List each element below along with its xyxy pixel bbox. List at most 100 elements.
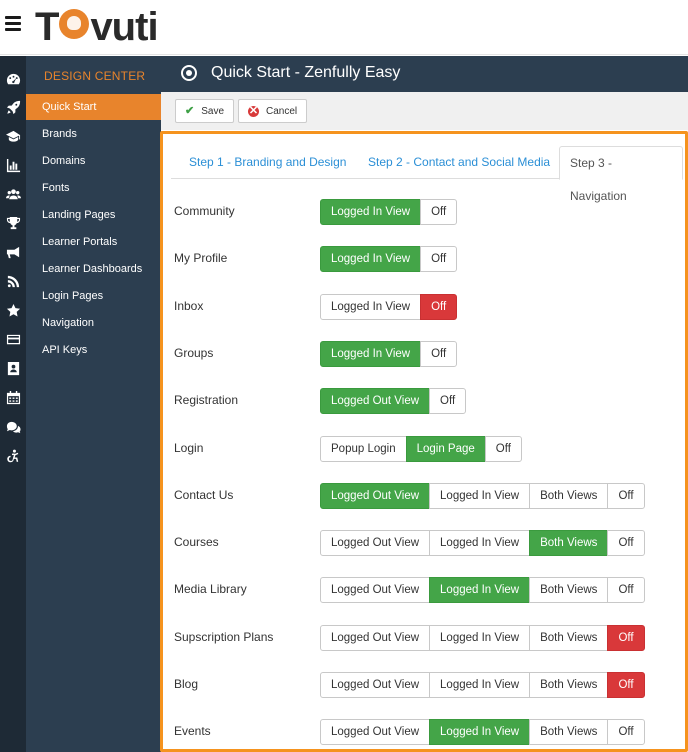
setting-label-media-library: Media Library: [174, 582, 247, 597]
option-off-button[interactable]: Off: [429, 388, 467, 415]
visibility-toggle-group: Logged In View Off: [320, 246, 458, 273]
option-off-button[interactable]: Off: [607, 530, 645, 557]
option-logged-out-view-button[interactable]: Logged Out View: [320, 577, 431, 604]
option-logged-in-view-button[interactable]: Logged In View: [320, 293, 422, 320]
visibility-toggle-group: Logged Out View Logged In View Both Views O…: [320, 624, 645, 651]
setting-label-inbox: Inbox: [174, 298, 204, 313]
trophy-icon[interactable]: [0, 210, 26, 236]
option-off-button[interactable]: Off: [484, 435, 522, 462]
contact-card-icon[interactable]: [0, 355, 26, 381]
option-off-button[interactable]: Off: [420, 246, 458, 273]
option-logged-out-view-button[interactable]: Logged Out View: [320, 719, 431, 746]
check-icon: ✔: [185, 104, 195, 117]
visibility-toggle-group: Logged Out View Logged In View Both Views O…: [320, 482, 645, 509]
setting-label-contact-us: Contact Us: [174, 487, 234, 502]
visibility-toggle-group: Logged Out View Off: [320, 388, 467, 415]
option-off-button[interactable]: Off: [607, 624, 645, 651]
tab-step-1[interactable]: Step 1 - Branding and Design: [179, 146, 356, 179]
option-login-page-button[interactable]: Login Page: [405, 435, 486, 462]
sidebar-item-api-keys[interactable]: API Keys: [26, 337, 161, 363]
comments-icon[interactable]: [0, 414, 26, 440]
hamburger-menu-icon[interactable]: [5, 16, 21, 34]
dashboard-icon[interactable]: [0, 66, 26, 92]
users-icon[interactable]: [0, 181, 26, 207]
feed-icon[interactable]: [0, 268, 26, 294]
page-title-bar: Quick Start - Zenfully Easy: [161, 56, 688, 92]
sidebar-item-landing-pages[interactable]: Landing Pages: [26, 202, 161, 228]
logo-elephant-icon: [59, 9, 90, 39]
visibility-toggle-group: Logged Out View Logged In View Both Views O…: [320, 719, 645, 746]
option-logged-out-view-button[interactable]: Logged Out View: [320, 388, 431, 415]
tovuti-logo[interactable]: T vuti: [35, 5, 159, 49]
setting-label-supscription-plans: Supscription Plans: [174, 629, 274, 644]
bullhorn-icon[interactable]: [0, 239, 26, 265]
icon-rail: [0, 56, 26, 752]
option-off-button[interactable]: Off: [607, 672, 645, 698]
visibility-toggle-group: Logged In View Off: [320, 340, 458, 367]
sidebar-item-learner-portals[interactable]: Learner Portals: [26, 229, 161, 255]
option-logged-in-view-button[interactable]: Logged In View: [320, 340, 422, 367]
cancel-button[interactable]: ✕ Cancel: [238, 99, 308, 123]
option-logged-out-view-button[interactable]: Logged Out View: [320, 624, 431, 651]
setting-label-courses: Courses: [174, 535, 219, 550]
sidebar-item-learner-dashboards[interactable]: Learner Dashboards: [26, 256, 161, 282]
top-header: T vuti: [0, 0, 688, 55]
option-logged-in-view-button[interactable]: Logged In View: [429, 577, 531, 604]
option-both-views-button[interactable]: Both Views: [529, 530, 609, 557]
option-logged-in-view-button[interactable]: Logged In View: [320, 199, 422, 225]
logo-text-left: T: [35, 5, 59, 49]
credit-card-icon[interactable]: [0, 326, 26, 352]
visibility-toggle-group: Logged In View Off: [320, 293, 458, 320]
option-logged-out-view-button[interactable]: Logged Out View: [320, 672, 431, 698]
option-logged-in-view-button[interactable]: Logged In View: [429, 530, 531, 557]
logo-text-right: vuti: [90, 5, 158, 49]
option-both-views-button[interactable]: Both Views: [529, 672, 609, 698]
option-logged-in-view-button[interactable]: Logged In View: [429, 482, 531, 509]
option-popup-login-button[interactable]: Popup Login: [320, 435, 407, 462]
setting-label-login: Login: [174, 440, 204, 455]
option-both-views-button[interactable]: Both Views: [529, 577, 609, 604]
option-logged-in-view-button[interactable]: Logged In View: [429, 672, 531, 698]
option-off-button[interactable]: Off: [607, 719, 645, 746]
tab-step-2[interactable]: Step 2 - Contact and Social Media: [358, 146, 560, 179]
rocket-icon[interactable]: [0, 94, 26, 120]
sidebar-item-brands[interactable]: Brands: [26, 121, 161, 147]
option-off-button[interactable]: Off: [420, 199, 458, 225]
setting-label-events: Events: [174, 724, 211, 739]
save-button-label: Save: [201, 105, 225, 117]
visibility-toggle-group: Popup Login Login Page Off: [320, 435, 522, 462]
tab-step-3[interactable]: Step 3 - Navigation: [559, 146, 683, 203]
accessibility-icon[interactable]: [0, 443, 26, 469]
cancel-circle-icon: ✕: [248, 104, 259, 117]
page-title: Quick Start - Zenfully Easy: [211, 64, 401, 81]
option-logged-in-view-button[interactable]: Logged In View: [429, 624, 531, 651]
sidebar-item-login-pages[interactable]: Login Pages: [26, 283, 161, 309]
option-off-button[interactable]: Off: [420, 340, 458, 367]
option-logged-in-view-button[interactable]: Logged In View: [429, 719, 531, 746]
visibility-toggle-group: Logged Out View Logged In View Both Views O…: [320, 577, 645, 604]
option-off-button[interactable]: Off: [420, 293, 458, 320]
option-both-views-button[interactable]: Both Views: [529, 482, 609, 509]
bar-chart-icon[interactable]: [0, 152, 26, 178]
sidebar-item-domains[interactable]: Domains: [26, 148, 161, 174]
star-icon[interactable]: [0, 297, 26, 323]
option-off-button[interactable]: Off: [607, 577, 645, 604]
calendar-icon[interactable]: [0, 384, 26, 410]
option-logged-out-view-button[interactable]: Logged Out View: [320, 530, 431, 557]
option-logged-in-view-button[interactable]: Logged In View: [320, 246, 422, 273]
sidebar-header: DESIGN CENTER: [44, 69, 146, 83]
option-both-views-button[interactable]: Both Views: [529, 624, 609, 651]
setting-label-registration: Registration: [174, 393, 239, 408]
option-off-button[interactable]: Off: [607, 482, 645, 509]
graduation-cap-icon[interactable]: [0, 123, 26, 149]
option-both-views-button[interactable]: Both Views: [529, 719, 609, 746]
sidebar-item-fonts[interactable]: Fonts: [26, 175, 161, 201]
setting-label-blog: Blog: [174, 677, 199, 691]
save-button[interactable]: ✔ Save: [175, 99, 235, 123]
setting-label-community: Community: [174, 204, 235, 218]
sidebar-item-quick-start[interactable]: Quick Start: [26, 94, 161, 120]
sidebar-item-navigation[interactable]: Navigation: [26, 310, 161, 336]
action-toolbar: ✔ Save ✕ Cancel: [161, 92, 688, 130]
option-logged-out-view-button[interactable]: Logged Out View: [320, 482, 431, 509]
setting-label-my-profile: My Profile: [174, 251, 228, 266]
